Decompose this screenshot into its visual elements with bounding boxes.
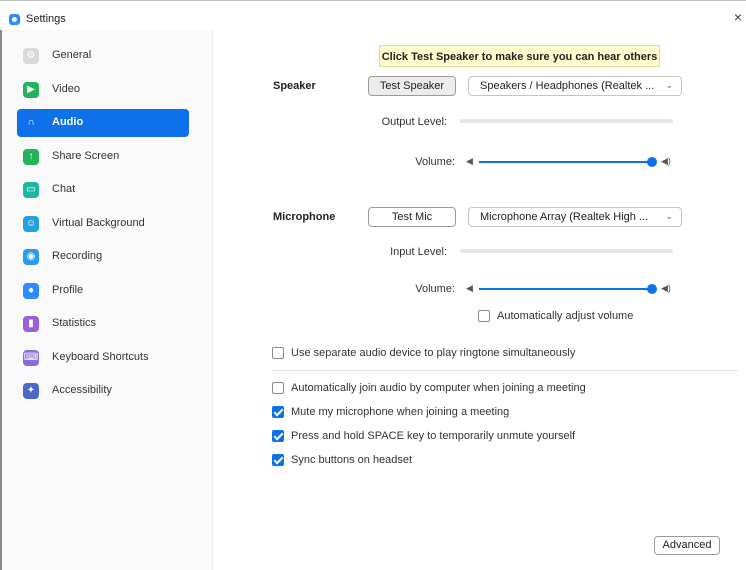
advanced-button[interactable]: Advanced bbox=[654, 536, 720, 555]
sidebar-item-label: Video bbox=[52, 82, 80, 95]
space-to-unmute-checkbox[interactable]: Press and hold SPACE key to temporarily … bbox=[272, 429, 612, 445]
close-icon[interactable]: × bbox=[734, 9, 742, 25]
window-top-border bbox=[0, 0, 746, 1]
speaker-volume-thumb[interactable] bbox=[647, 157, 657, 167]
checkbox-box[interactable] bbox=[478, 310, 490, 322]
headphones-icon: ∩ bbox=[27, 117, 35, 128]
checkbox-box[interactable] bbox=[272, 454, 284, 466]
sidebar-item-label: Chat bbox=[52, 183, 76, 195]
sidebar-item-label: Recording bbox=[52, 250, 103, 262]
checkbox-box[interactable] bbox=[272, 406, 284, 418]
accessibility-icon: ✦ bbox=[23, 383, 39, 399]
test-speaker-button[interactable]: Test Speaker bbox=[368, 76, 456, 96]
sidebar-item-label: Accessibility bbox=[52, 384, 112, 396]
person-icon: ☺ bbox=[23, 215, 39, 232]
sidebar-item-label: General bbox=[52, 49, 92, 61]
chat-icon: ▭ bbox=[23, 182, 39, 198]
statistics-icon: ▮ bbox=[23, 316, 39, 332]
auto-adjust-volume-checkbox[interactable]: Automatically adjust volume bbox=[478, 309, 658, 325]
mute-on-join-label: Mute my microphone when joining a meetin… bbox=[291, 406, 510, 418]
microphone-section-label: Microphone bbox=[273, 211, 336, 223]
sidebar-item-label: Statistics bbox=[52, 317, 97, 329]
speaker-volume-slider[interactable] bbox=[479, 161, 652, 163]
settings-sidebar: ⚙ General ▶ Video ∩ Audio ↑ Share Screen ▭ Chat ☺ V… bbox=[2, 30, 213, 570]
volume-low-icon: ◀ bbox=[466, 283, 473, 293]
sidebar-item-label: Profile bbox=[52, 283, 84, 296]
output-level-label: Output Level: bbox=[381, 116, 447, 128]
recording-icon: ◉ bbox=[23, 249, 39, 265]
mute-on-join-checkbox[interactable]: Mute my microphone when joining a meetin… bbox=[272, 405, 612, 421]
separate-audio-device-label: Use separate audio device to play ringto… bbox=[291, 347, 576, 359]
speaker-device-select[interactable]: Speakers / Headphones (Realtek ... ⌄ bbox=[468, 76, 682, 96]
sidebar-item-virtual-background[interactable]: ☺ Virtual Background bbox=[17, 210, 189, 238]
space-to-unmute-label: Press and hold SPACE key to temporarily … bbox=[291, 430, 576, 442]
sidebar-item-statistics[interactable]: ▮ Statistics bbox=[17, 310, 189, 338]
sidebar-item-general[interactable]: ⚙ General bbox=[17, 42, 189, 70]
auto-join-audio-label: Automatically join audio by computer whe… bbox=[291, 382, 586, 394]
sidebar-item-chat[interactable]: ▭ Chat bbox=[17, 176, 189, 204]
checkbox-box[interactable] bbox=[272, 430, 284, 442]
test-speaker-tooltip: Click Test Speaker to make sure you can … bbox=[379, 45, 660, 67]
video-icon: ▶ bbox=[23, 81, 39, 98]
volume-low-icon: ◀ bbox=[466, 156, 473, 166]
sidebar-item-label: Virtual Background bbox=[52, 216, 145, 229]
output-level-meter bbox=[460, 119, 673, 123]
auto-adjust-volume-label: Automatically adjust volume bbox=[497, 310, 634, 322]
speaker-section-label: Speaker bbox=[273, 80, 316, 92]
sidebar-item-accessibility[interactable]: ✦ Accessibility bbox=[17, 377, 189, 405]
gear-icon: ⚙ bbox=[23, 48, 39, 64]
sidebar-item-audio[interactable]: ∩ Audio bbox=[17, 109, 189, 137]
sidebar-item-label: Audio bbox=[52, 116, 84, 128]
speaker-volume-label: Volume: bbox=[415, 156, 455, 168]
section-divider bbox=[272, 370, 738, 371]
chevron-down-icon: ⌄ bbox=[665, 80, 673, 90]
sync-headset-checkbox[interactable]: Sync buttons on headset bbox=[272, 453, 612, 469]
checkbox-box[interactable] bbox=[272, 382, 284, 394]
sidebar-item-profile[interactable]: ● Profile bbox=[17, 277, 189, 305]
window-title: Settings bbox=[26, 13, 66, 25]
volume-high-icon: ◀) bbox=[661, 156, 671, 166]
separate-audio-device-checkbox[interactable]: Use separate audio device to play ringto… bbox=[272, 346, 612, 362]
test-mic-button[interactable]: Test Mic bbox=[368, 207, 456, 227]
chevron-down-icon: ⌄ bbox=[665, 211, 673, 221]
speaker-device-value: Speakers / Headphones (Realtek ... bbox=[480, 80, 655, 92]
volume-high-icon: ◀) bbox=[661, 283, 671, 293]
microphone-device-select[interactable]: Microphone Array (Realtek High ... ⌄ bbox=[468, 207, 682, 227]
title-bar: Settings × bbox=[0, 4, 746, 30]
sidebar-item-label: Keyboard Shortcuts bbox=[52, 350, 149, 363]
microphone-volume-slider[interactable] bbox=[479, 288, 652, 290]
microphone-device-value: Microphone Array (Realtek High ... bbox=[480, 211, 649, 223]
input-level-meter bbox=[460, 249, 673, 253]
microphone-volume-thumb[interactable] bbox=[647, 284, 657, 294]
keyboard-icon: ⌨ bbox=[23, 349, 39, 366]
microphone-volume-label: Volume: bbox=[415, 283, 455, 295]
zoom-app-icon bbox=[9, 14, 20, 25]
sync-headset-label: Sync buttons on headset bbox=[291, 454, 413, 466]
checkbox-box[interactable] bbox=[272, 347, 284, 359]
profile-icon: ● bbox=[23, 282, 39, 299]
sidebar-item-recording[interactable]: ◉ Recording bbox=[17, 243, 189, 271]
input-level-label: Input Level: bbox=[390, 246, 447, 258]
sidebar-item-share-screen[interactable]: ↑ Share Screen bbox=[17, 143, 189, 171]
auto-join-audio-checkbox[interactable]: Automatically join audio by computer whe… bbox=[272, 381, 612, 397]
sidebar-item-keyboard-shortcuts[interactable]: ⌨ Keyboard Shortcuts bbox=[17, 344, 189, 372]
share-screen-icon: ↑ bbox=[23, 148, 39, 165]
sidebar-item-video[interactable]: ▶ Video bbox=[17, 76, 189, 104]
sidebar-item-label: Share Screen bbox=[52, 149, 120, 162]
